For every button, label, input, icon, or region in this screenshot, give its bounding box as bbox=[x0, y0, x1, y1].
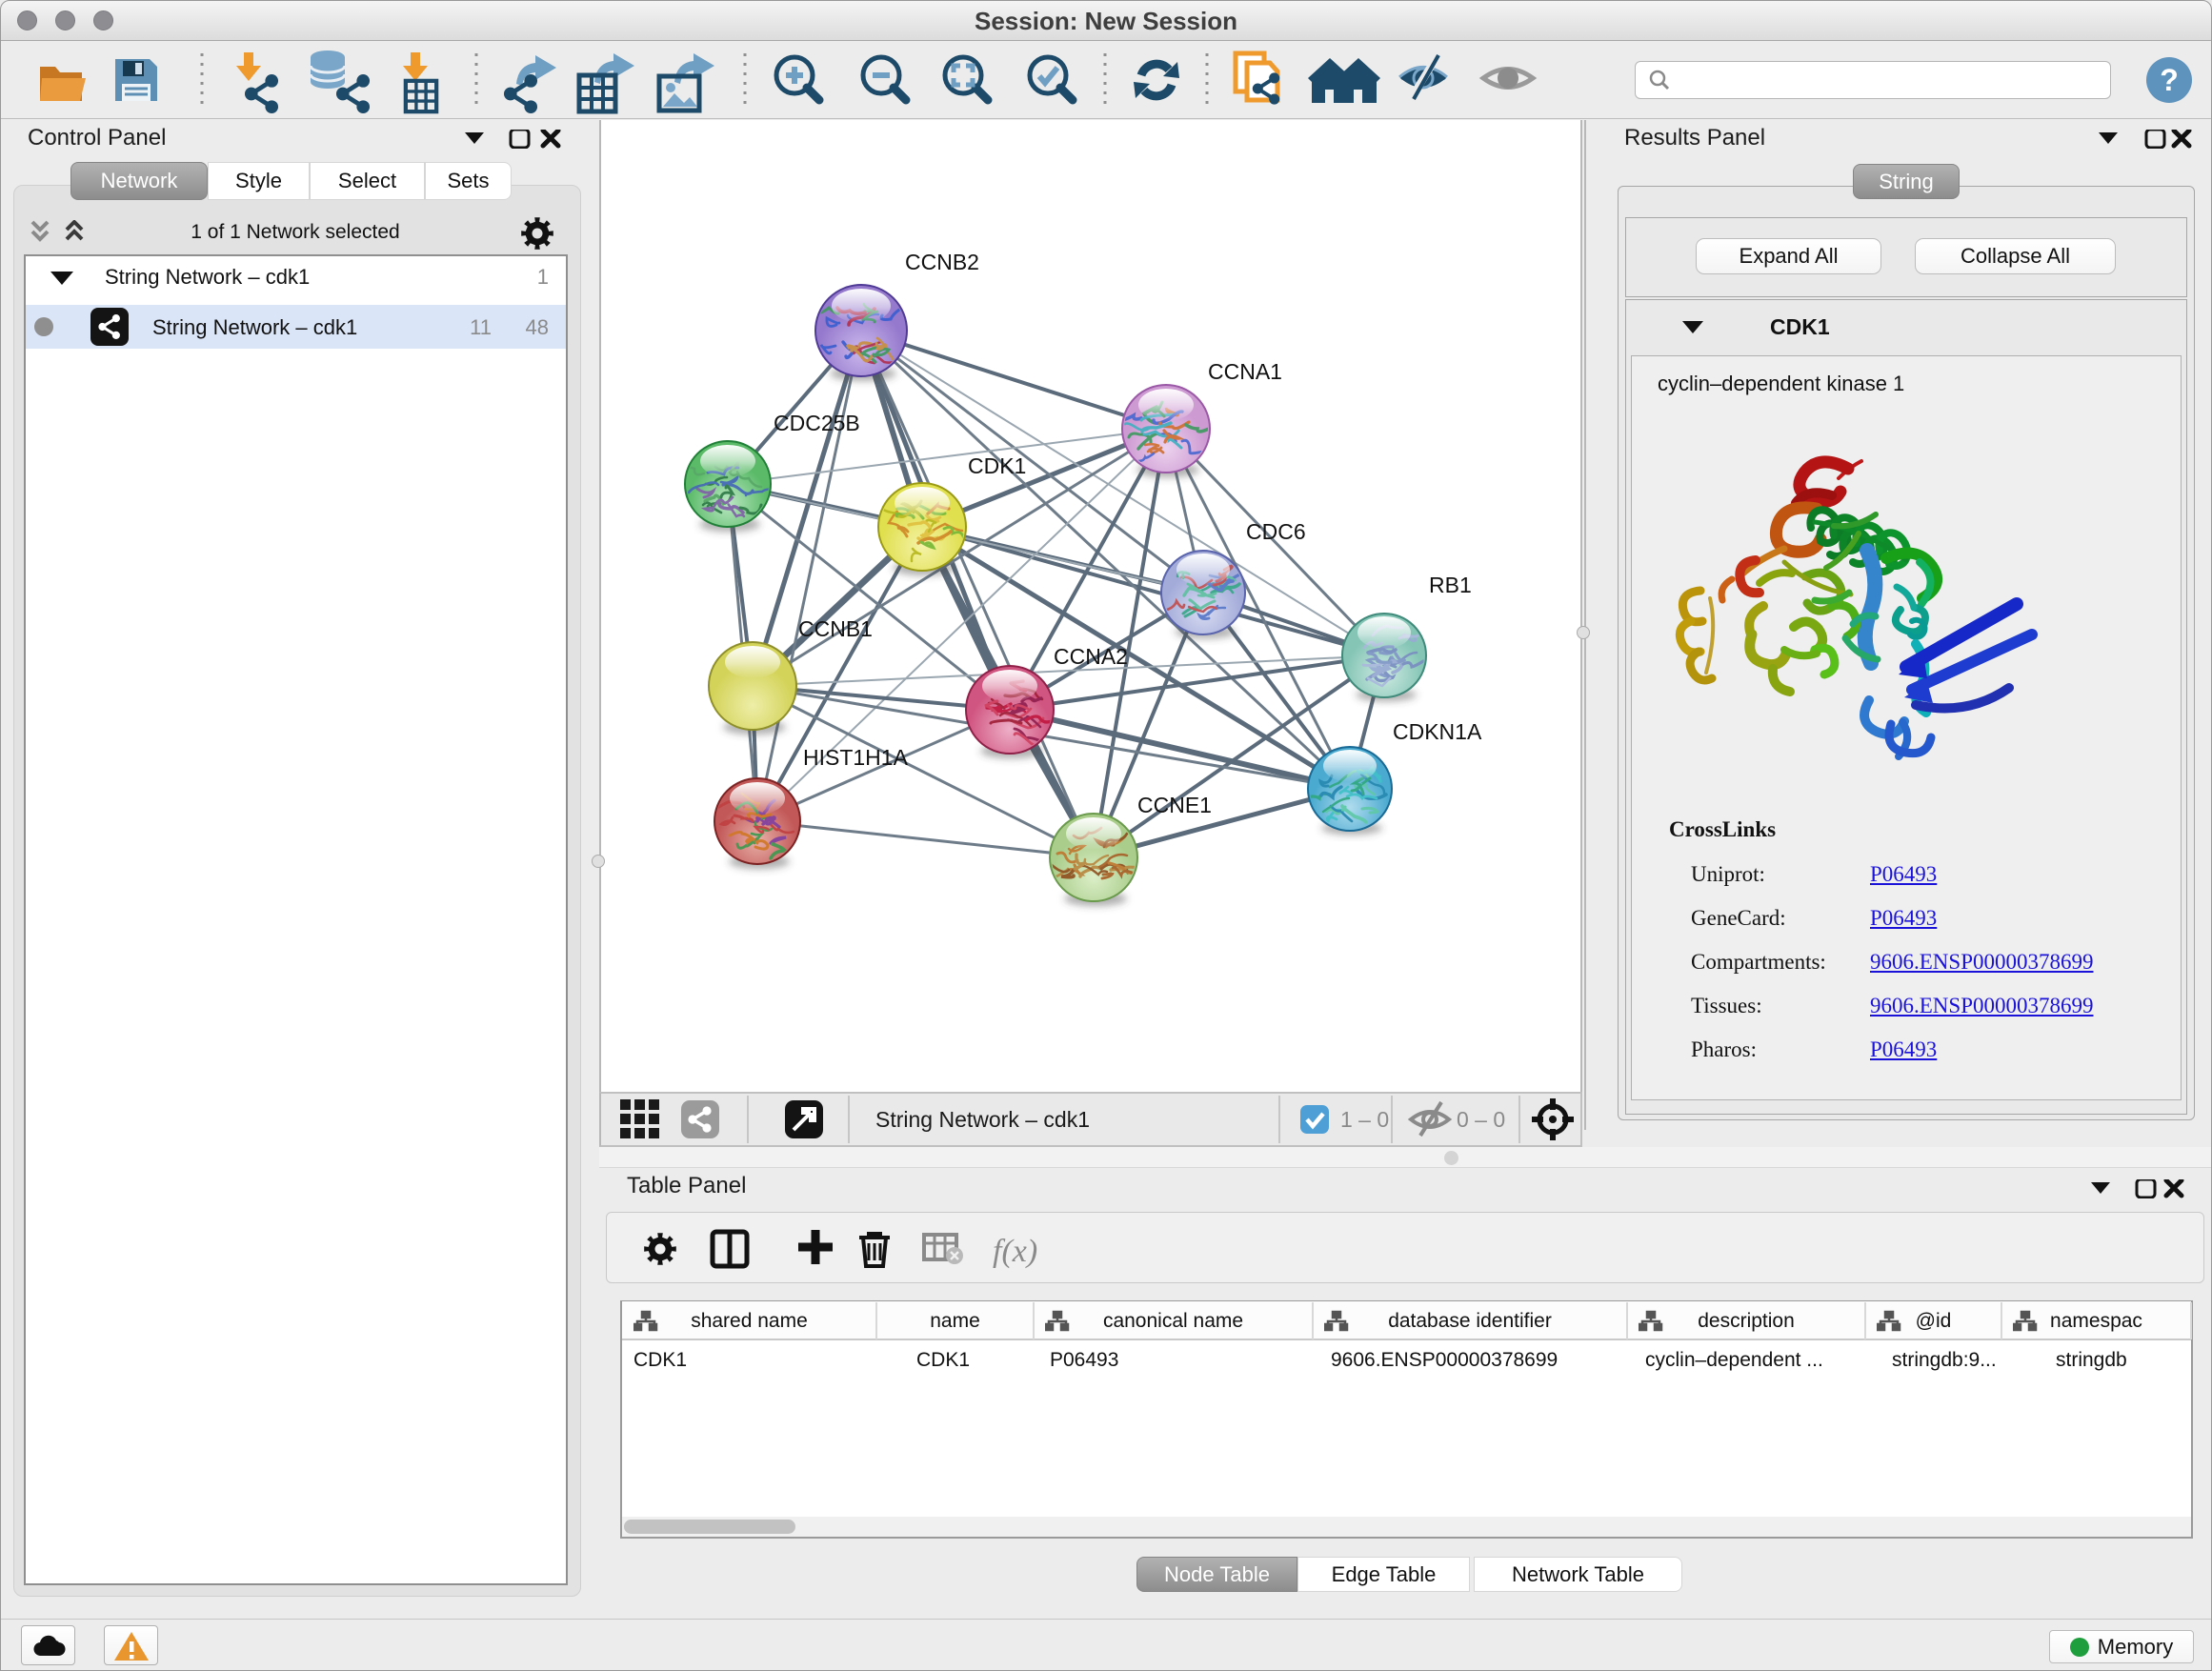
svg-text:CCNB2: CCNB2 bbox=[905, 250, 979, 274]
svg-text:RB1: RB1 bbox=[1429, 573, 1472, 597]
svg-text:CCNB1: CCNB1 bbox=[798, 616, 873, 641]
svg-text:CDKN1A: CDKN1A bbox=[1393, 719, 1482, 744]
svg-text:CDK1: CDK1 bbox=[968, 453, 1026, 478]
svg-text:f(x): f(x) bbox=[993, 1234, 1037, 1269]
svg-text:CDC6: CDC6 bbox=[1246, 519, 1306, 544]
svg-text:CCNA2: CCNA2 bbox=[1054, 644, 1128, 669]
svg-text:CCNA1: CCNA1 bbox=[1208, 359, 1282, 384]
svg-text:CCNE1: CCNE1 bbox=[1137, 793, 1212, 817]
svg-text:1 – 0: 1 – 0 bbox=[1340, 1107, 1389, 1132]
svg-text:0 – 0: 0 – 0 bbox=[1457, 1107, 1505, 1132]
svg-text:HIST1H1A: HIST1H1A bbox=[803, 745, 909, 770]
svg-text:String Network – cdk1: String Network – cdk1 bbox=[875, 1107, 1090, 1132]
svg-text:CDC25B: CDC25B bbox=[774, 411, 860, 435]
